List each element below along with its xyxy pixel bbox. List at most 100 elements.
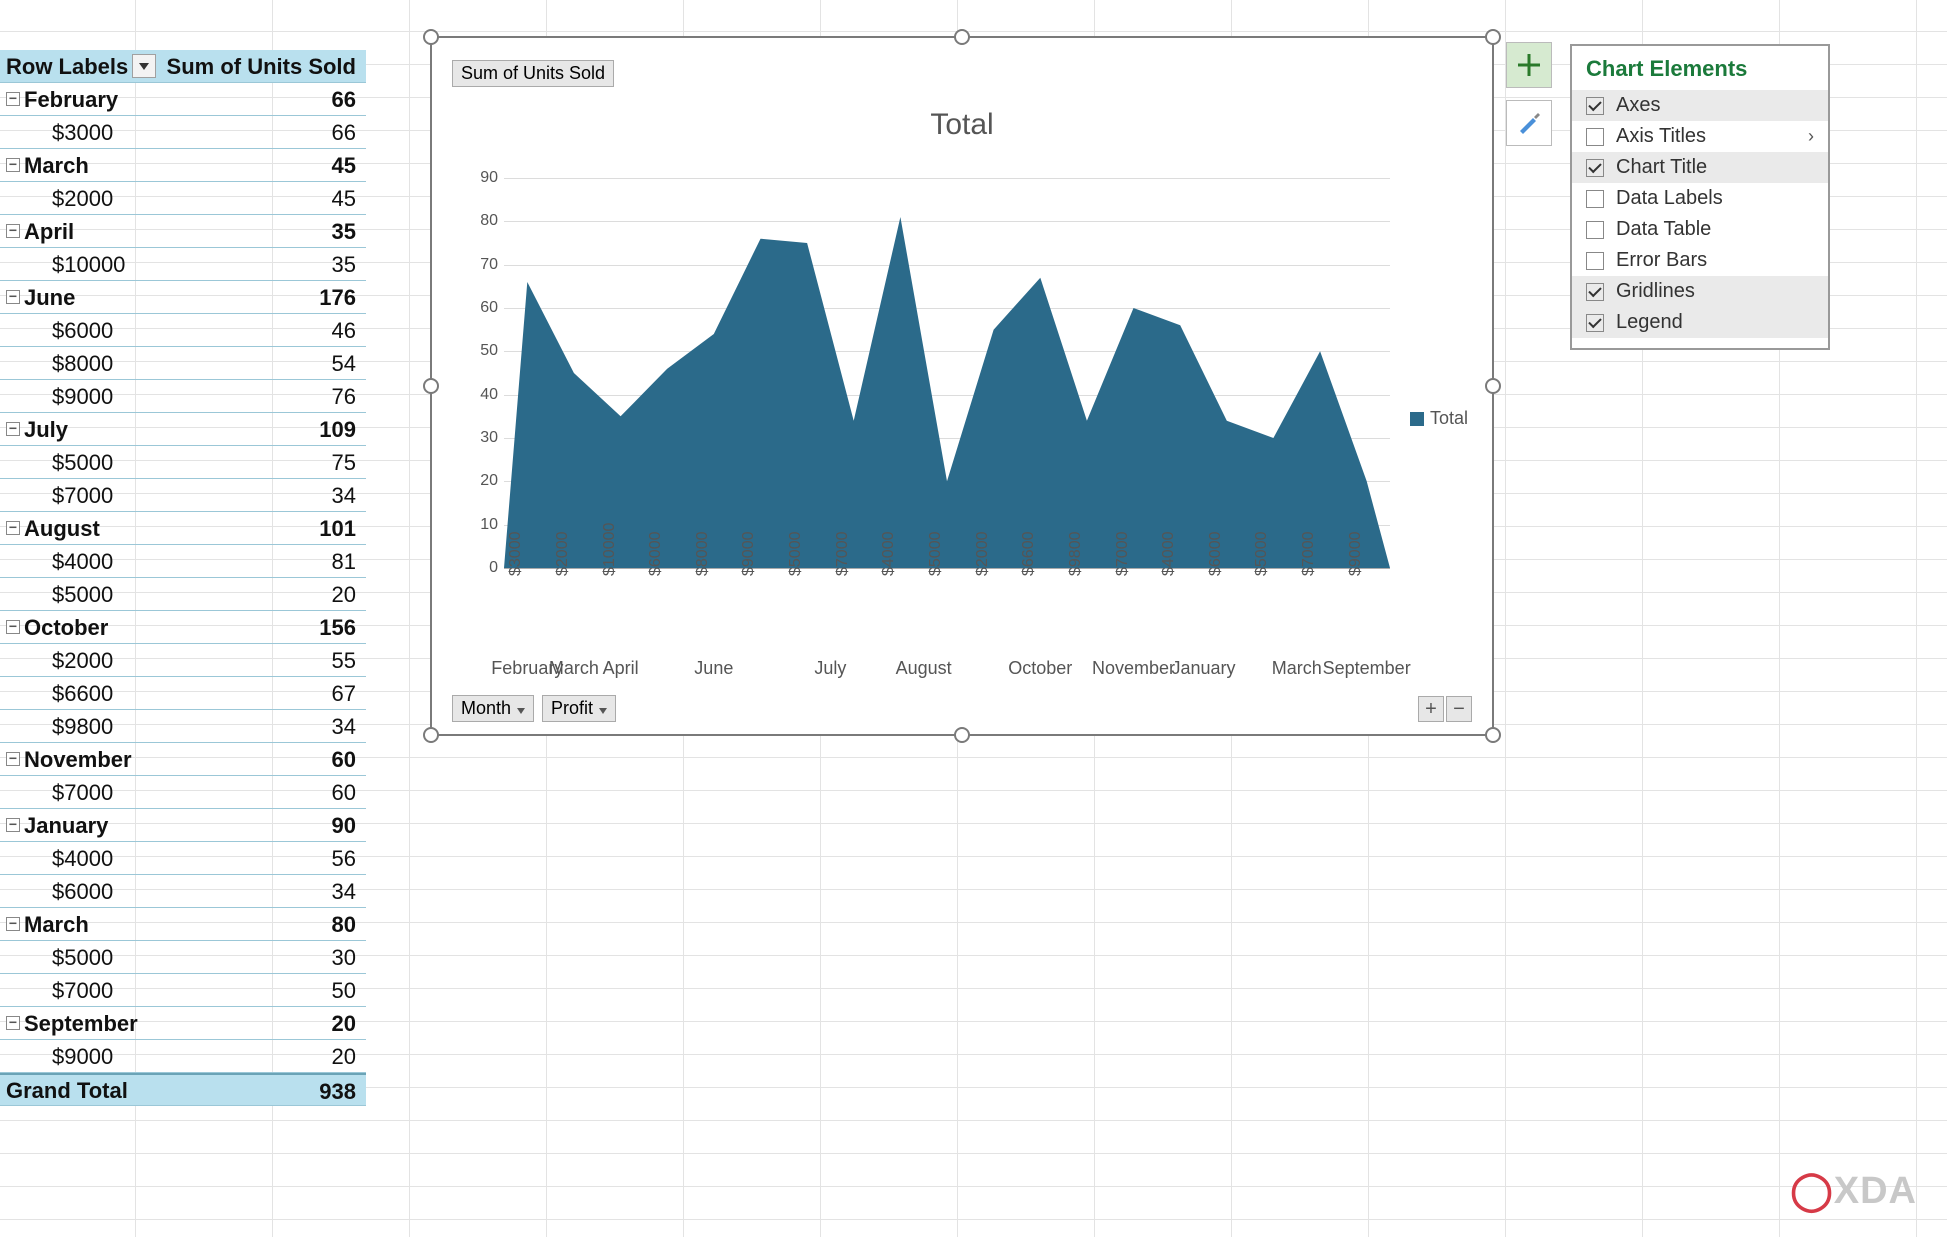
collapse-icon[interactable]: − — [6, 521, 20, 535]
collapse-icon[interactable]: − — [6, 1016, 20, 1030]
values-field-button[interactable]: Sum of Units Sold — [452, 60, 614, 87]
group-value: 60 — [160, 743, 366, 775]
y-tick: 30 — [460, 429, 498, 447]
resize-handle[interactable] — [1485, 727, 1501, 743]
pivot-group-row[interactable]: −August101 — [0, 512, 366, 545]
pivot-child-row[interactable]: $980034 — [0, 710, 366, 743]
pivot-child-row[interactable]: $700034 — [0, 479, 366, 512]
pivot-child-row[interactable]: $400056 — [0, 842, 366, 875]
resize-handle[interactable] — [954, 29, 970, 45]
chart-elements-flyout[interactable]: Chart Elements AxesAxis Titles› Chart Tit… — [1570, 44, 1830, 350]
pivot-group-row[interactable]: −November60 — [0, 743, 366, 776]
collapse-icon[interactable]: − — [6, 620, 20, 634]
checkbox[interactable] — [1586, 97, 1604, 115]
child-value: 34 — [160, 710, 366, 742]
pivot-child-row[interactable]: $600034 — [0, 875, 366, 908]
child-label: $3000 — [0, 116, 160, 148]
plot-area[interactable]: 0102030405060708090 — [460, 178, 1390, 568]
option-label: Chart Title — [1616, 156, 1707, 179]
pivot-group-row[interactable]: −October156 — [0, 611, 366, 644]
checkbox[interactable] — [1586, 252, 1604, 270]
chart-elements-button[interactable] — [1506, 42, 1552, 88]
checkbox[interactable] — [1586, 159, 1604, 177]
values-field-label: Sum of Units Sold — [461, 63, 605, 83]
pivot-group-row[interactable]: −September20 — [0, 1007, 366, 1040]
pivot-table[interactable]: Row Labels Sum of Units Sold −February66… — [0, 50, 366, 1106]
collapse-icon[interactable]: − — [6, 818, 20, 832]
resize-handle[interactable] — [1485, 378, 1501, 394]
pivot-child-row[interactable]: $800054 — [0, 347, 366, 380]
chart-element-option[interactable]: Chart Title — [1572, 152, 1828, 183]
pivot-group-row[interactable]: −February66 — [0, 83, 366, 116]
pivot-group-row[interactable]: −January90 — [0, 809, 366, 842]
pivot-child-row[interactable]: $900020 — [0, 1040, 366, 1073]
collapse-icon[interactable]: − — [6, 290, 20, 304]
pivot-group-row[interactable]: −June176 — [0, 281, 366, 314]
checkbox[interactable] — [1586, 128, 1604, 146]
checkbox[interactable] — [1586, 190, 1604, 208]
pivot-child-row[interactable]: $400081 — [0, 545, 366, 578]
x-tick: $5000 — [787, 536, 805, 576]
pivot-group-row[interactable]: −April35 — [0, 215, 366, 248]
chart-element-option[interactable]: Gridlines — [1572, 276, 1828, 307]
chart-element-option[interactable]: Legend — [1572, 307, 1828, 338]
checkbox[interactable] — [1586, 283, 1604, 301]
group-value: 101 — [160, 512, 366, 544]
collapse-icon[interactable]: − — [6, 422, 20, 436]
pivot-group-row[interactable]: −March80 — [0, 908, 366, 941]
checkbox[interactable] — [1586, 221, 1604, 239]
resize-handle[interactable] — [954, 727, 970, 743]
pivot-child-row[interactable]: $200055 — [0, 644, 366, 677]
pivot-child-row[interactable]: $500075 — [0, 446, 366, 479]
chart-styles-button[interactable] — [1506, 100, 1552, 146]
chart-element-option[interactable]: Axis Titles› — [1572, 121, 1828, 152]
axis-field-profit[interactable]: Profit — [542, 695, 616, 722]
pivot-header-row[interactable]: Row Labels Sum of Units Sold — [0, 50, 366, 83]
chart-element-option[interactable]: Data Table — [1572, 214, 1828, 245]
pivot-group-row[interactable]: −March45 — [0, 149, 366, 182]
legend-label: Total — [1430, 408, 1468, 429]
chart-title[interactable]: Total — [432, 108, 1492, 142]
checkbox[interactable] — [1586, 314, 1604, 332]
chart-legend[interactable]: Total — [1410, 408, 1468, 429]
collapse-icon[interactable]: − — [6, 158, 20, 172]
pivot-child-row[interactable]: $300066 — [0, 116, 366, 149]
chart-element-option[interactable]: Error Bars — [1572, 245, 1828, 276]
collapse-icon[interactable]: − — [6, 92, 20, 106]
child-label: $6000 — [0, 314, 160, 346]
resize-handle[interactable] — [423, 29, 439, 45]
chevron-right-icon: › — [1808, 126, 1814, 147]
child-label: $5000 — [0, 446, 160, 478]
expand-field-button[interactable]: + — [1418, 696, 1444, 722]
chart-element-option[interactable]: Data Labels — [1572, 183, 1828, 214]
group-label: September — [24, 1007, 138, 1040]
pivot-child-row[interactable]: $1000035 — [0, 248, 366, 281]
resize-handle[interactable] — [423, 727, 439, 743]
pivot-grand-total-row[interactable]: Grand Total 938 — [0, 1073, 366, 1106]
collapse-icon[interactable]: − — [6, 917, 20, 931]
pivot-child-row[interactable]: $900076 — [0, 380, 366, 413]
pivot-child-row[interactable]: $200045 — [0, 182, 366, 215]
collapse-field-button[interactable]: − — [1446, 696, 1472, 722]
pivot-child-row[interactable]: $700060 — [0, 776, 366, 809]
pivot-child-row[interactable]: $700050 — [0, 974, 366, 1007]
pivot-chart[interactable]: Sum of Units Sold Total 0102030405060708… — [430, 36, 1494, 736]
pivot-group-row[interactable]: −July109 — [0, 413, 366, 446]
y-tick: 80 — [460, 212, 498, 230]
y-tick: 60 — [460, 299, 498, 317]
pivot-filter-dropdown[interactable] — [132, 54, 156, 78]
child-label: $9800 — [0, 710, 160, 742]
pivot-child-row[interactable]: $660067 — [0, 677, 366, 710]
resize-handle[interactable] — [423, 378, 439, 394]
resize-handle[interactable] — [1485, 29, 1501, 45]
axis-field-month[interactable]: Month — [452, 695, 534, 722]
y-tick: 10 — [460, 516, 498, 534]
collapse-icon[interactable]: − — [6, 224, 20, 238]
pivot-child-row[interactable]: $500020 — [0, 578, 366, 611]
chart-element-option[interactable]: Axes — [1572, 90, 1828, 121]
collapse-icon[interactable]: − — [6, 752, 20, 766]
pivot-child-row[interactable]: $500030 — [0, 941, 366, 974]
flyout-title: Chart Elements — [1572, 56, 1828, 90]
pivot-child-row[interactable]: $600046 — [0, 314, 366, 347]
option-label: Data Table — [1616, 218, 1711, 241]
